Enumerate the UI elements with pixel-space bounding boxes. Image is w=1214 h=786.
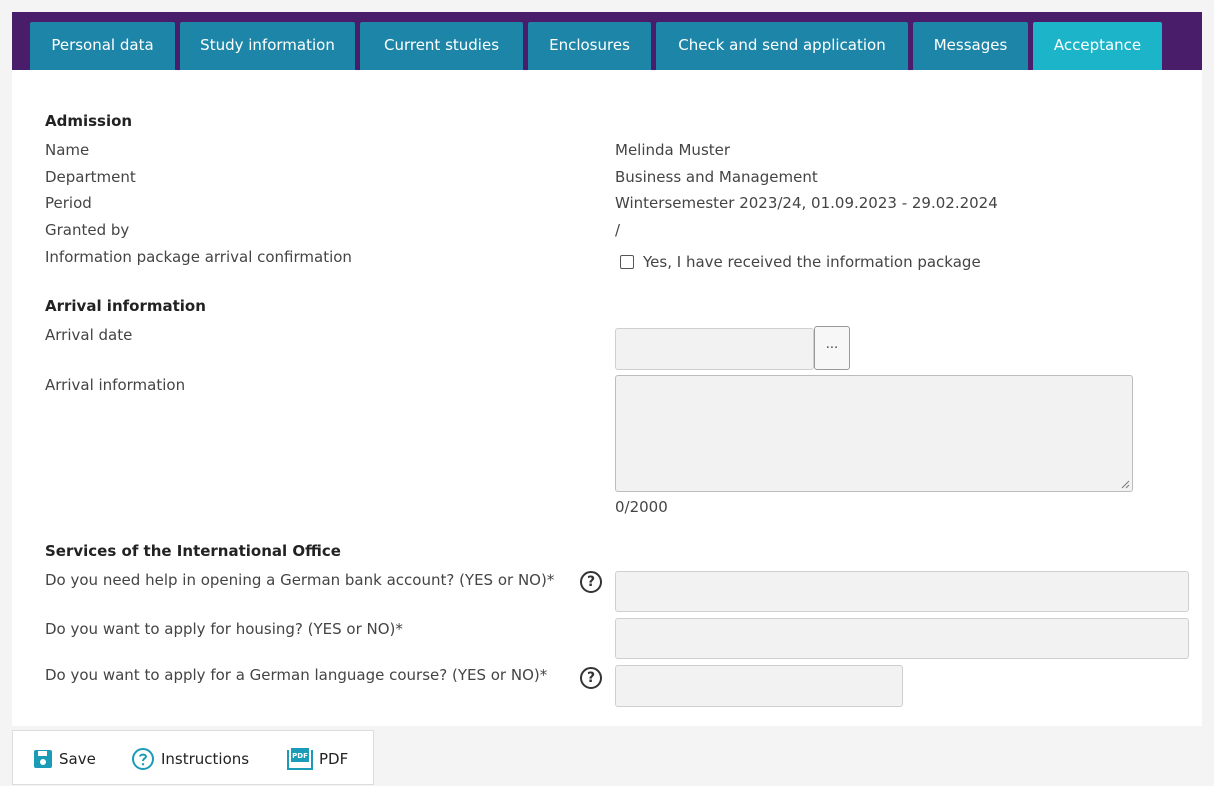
language-course-input[interactable] <box>615 665 903 707</box>
instructions-label: Instructions <box>161 749 250 768</box>
arrival-info-label: Arrival information <box>45 376 186 394</box>
character-counter: 0/2000 <box>615 498 668 516</box>
action-toolbar: Save Instructions PDF PDF <box>12 730 374 785</box>
bank-account-input[interactable] <box>615 571 1189 612</box>
bank-help-icon[interactable]: ? <box>580 571 602 593</box>
save-label: Save <box>59 749 96 768</box>
floppy-disk-icon <box>34 749 52 768</box>
services-heading: Services of the International Office <box>45 542 341 560</box>
save-button[interactable]: Save <box>33 731 96 786</box>
package-confirmation-checkbox[interactable] <box>620 255 634 269</box>
tab-acceptance[interactable]: Acceptance <box>1033 22 1162 70</box>
package-confirmation-label: Information package arrival confirmation <box>45 248 352 266</box>
department-label: Department <box>45 168 136 186</box>
pdf-icon: PDF <box>287 747 313 770</box>
housing-input[interactable] <box>615 618 1189 659</box>
department-value: Business and Management <box>615 168 818 186</box>
arrival-info-textarea[interactable] <box>615 375 1133 492</box>
name-label: Name <box>45 141 90 159</box>
tab-enclosures[interactable]: Enclosures <box>528 22 651 70</box>
language-help-icon[interactable]: ? <box>580 667 602 689</box>
tab-study-information[interactable]: Study information <box>180 22 355 70</box>
tab-personal-data[interactable]: Personal data <box>30 22 175 70</box>
tab-check-and-send[interactable]: Check and send application <box>656 22 908 70</box>
date-picker-button[interactable]: ... <box>814 326 850 370</box>
granted-by-label: Granted by <box>45 221 130 239</box>
arrival-date-label: Arrival date <box>45 326 133 344</box>
tab-messages[interactable]: Messages <box>913 22 1028 70</box>
arrival-date-input[interactable] <box>615 328 814 370</box>
arrival-heading: Arrival information <box>45 297 206 315</box>
period-label: Period <box>45 194 92 212</box>
package-confirmation-row[interactable]: Yes, I have received the information pac… <box>620 252 981 272</box>
instructions-button[interactable]: Instructions <box>131 731 249 786</box>
resize-grip-icon[interactable] <box>1120 479 1130 489</box>
name-value: Melinda Muster <box>615 141 731 159</box>
pdf-badge-text: PDF <box>292 752 308 760</box>
granted-by-value: / <box>615 221 621 239</box>
admission-heading: Admission <box>45 112 133 130</box>
tab-current-studies[interactable]: Current studies <box>360 22 523 70</box>
pdf-button[interactable]: PDF PDF <box>287 731 348 786</box>
period-value: Wintersemester 2023/24, 01.09.2023 - 29.… <box>615 194 998 212</box>
pdf-label: PDF <box>319 749 349 768</box>
housing-label: Do you want to apply for housing? (YES o… <box>45 620 403 638</box>
tab-bar: Personal data Study information Current … <box>12 12 1202 70</box>
application-panel: Personal data Study information Current … <box>12 12 1202 726</box>
bank-account-label: Do you need help in opening a German ban… <box>45 571 555 589</box>
language-course-label: Do you want to apply for a German langua… <box>45 666 548 684</box>
help-circle-icon <box>132 747 154 770</box>
package-confirmation-checkbox-label[interactable]: Yes, I have received the information pac… <box>643 253 981 271</box>
